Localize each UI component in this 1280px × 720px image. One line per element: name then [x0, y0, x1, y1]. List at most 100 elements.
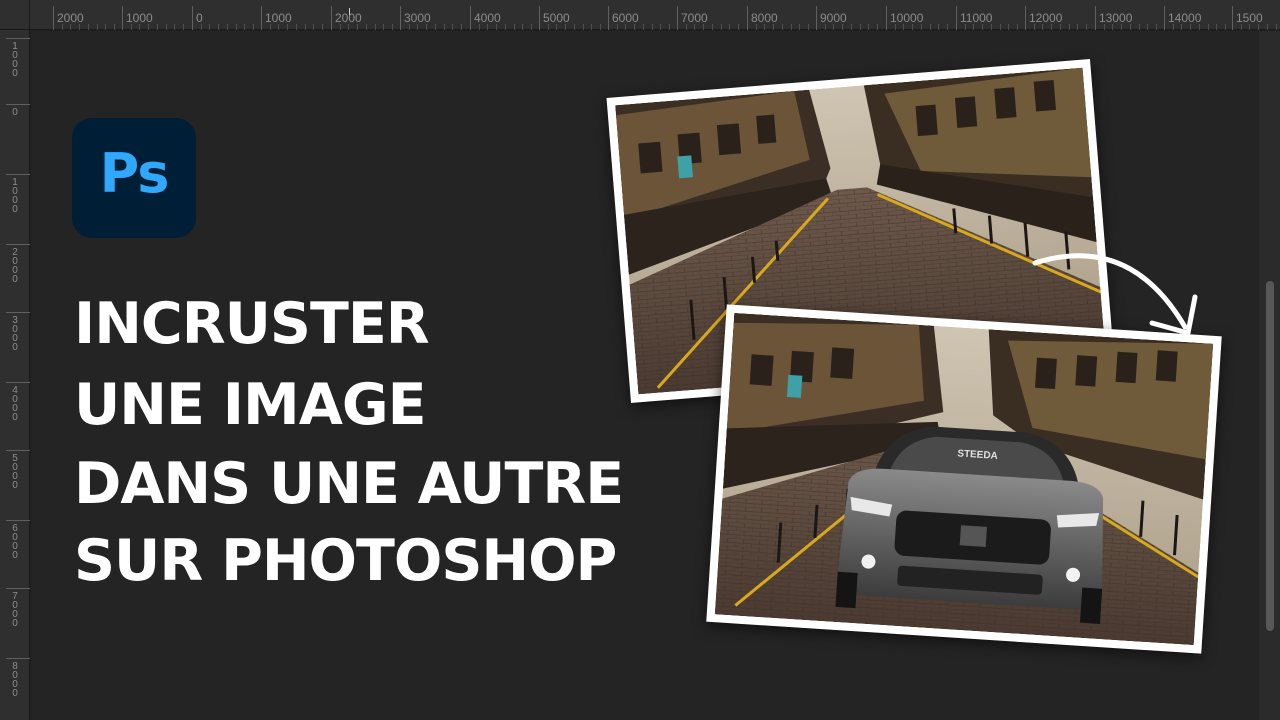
ruler-tick — [1164, 6, 1165, 30]
ruler-tick — [6, 174, 30, 175]
ruler-minor-tick — [685, 24, 687, 30]
headline-line-1: INCRUSTER — [74, 291, 430, 357]
ruler-minor-tick — [850, 24, 852, 30]
ruler-minor-tick — [513, 24, 515, 30]
ruler-minor-tick — [148, 24, 150, 30]
ruler-minor-tick — [113, 24, 115, 30]
ruler-minor-tick — [383, 24, 385, 30]
vertical-scrollbar[interactable] — [1259, 31, 1280, 720]
ruler-minor-tick — [130, 24, 132, 30]
ruler-minor-tick — [391, 24, 393, 30]
ruler-label: 1500 — [1236, 11, 1263, 25]
ruler-minor-tick — [547, 24, 549, 30]
ruler-minor-tick — [1008, 24, 1010, 30]
ruler-minor-tick — [556, 24, 558, 30]
ruler-minor-tick — [496, 24, 498, 30]
ruler-minor-tick — [478, 24, 480, 30]
ruler-minor-tick — [1181, 24, 1183, 30]
ruler-tick — [400, 6, 401, 30]
ruler-minor-tick — [1042, 24, 1044, 30]
ruler-minor-tick — [842, 24, 844, 30]
ruler-minor-tick — [859, 24, 861, 30]
ruler-minor-tick — [313, 24, 315, 30]
ruler-minor-tick — [982, 24, 984, 30]
ruler-label: 2000 — [335, 11, 362, 25]
ruler-minor-tick — [218, 24, 220, 30]
photoshop-logo-icon: Ps — [72, 118, 196, 238]
ruler-minor-tick — [565, 24, 567, 30]
ruler-minor-tick — [244, 24, 246, 30]
ruler-minor-tick — [616, 24, 618, 30]
ruler-minor-tick — [999, 24, 1001, 30]
ruler-minor-tick — [929, 24, 931, 30]
ruler-minor-tick — [946, 24, 948, 30]
ruler-minor-tick — [694, 24, 696, 30]
ruler-minor-tick — [1216, 24, 1218, 30]
ruler-minor-tick — [357, 24, 359, 30]
ruler-label: 3000 — [12, 315, 18, 353]
ruler-minor-tick — [417, 24, 419, 30]
ruler-minor-tick — [1172, 24, 1174, 30]
ruler-label: 3000 — [404, 11, 431, 25]
ruler-minor-tick — [235, 24, 237, 30]
ruler-tick — [122, 6, 123, 30]
ruler-minor-tick — [1068, 24, 1070, 30]
ruler-minor-tick — [487, 24, 489, 30]
ruler-minor-tick — [668, 24, 670, 30]
vertical-ruler[interactable]: 1000 0 1000 2000 3000 4000 5000 6000 7000 8000 — [0, 30, 30, 720]
ruler-minor-tick — [365, 24, 367, 30]
ruler-minor-tick — [973, 24, 975, 30]
ruler-label: 10000 — [890, 11, 924, 25]
ruler-tick — [6, 244, 30, 245]
scrollbar-thumb[interactable] — [1266, 281, 1274, 631]
ruler-label: 14000 — [1168, 11, 1202, 25]
ruler-label: 12000 — [1029, 11, 1063, 25]
horizontal-ruler[interactable]: 2000 1000 0 1000 2000 3000 4000 5000 6000 7000 800… — [0, 0, 1280, 30]
ruler-minor-tick — [139, 24, 141, 30]
curved-arrow-icon — [1032, 253, 1198, 336]
ruler-minor-tick — [252, 24, 254, 30]
ruler-minor-tick — [912, 24, 914, 30]
composite-photo: STEEDA — [706, 304, 1222, 654]
ruler-minor-tick — [1240, 24, 1242, 30]
ruler-tick — [956, 6, 957, 30]
ruler-minor-tick — [625, 24, 627, 30]
ruler-label: 1000 — [12, 41, 18, 79]
ruler-minor-tick — [1138, 24, 1140, 30]
ruler-minor-tick — [1155, 24, 1157, 30]
ruler-minor-tick — [764, 24, 766, 30]
ruler-minor-tick — [434, 24, 436, 30]
ruler-label: 9000 — [820, 11, 847, 25]
ruler-minor-tick — [1121, 24, 1123, 30]
ruler-minor-tick — [703, 24, 705, 30]
ruler-minor-tick — [443, 24, 445, 30]
logo-text: Ps — [99, 142, 170, 205]
ruler-minor-tick — [61, 24, 63, 30]
ruler-minor-tick — [591, 24, 593, 30]
ruler-tick — [53, 6, 54, 30]
ruler-label: 8000 — [751, 11, 778, 25]
ruler-minor-tick — [642, 24, 644, 30]
ruler-minor-tick — [182, 24, 184, 30]
ruler-label: 0 — [196, 11, 203, 25]
ruler-tick — [6, 104, 30, 105]
ruler-minor-tick — [938, 24, 940, 30]
ruler-minor-tick — [781, 24, 783, 30]
ruler-minor-tick — [105, 24, 107, 30]
ruler-minor-tick — [799, 24, 801, 30]
ruler-minor-tick — [1085, 24, 1087, 30]
ruler-minor-tick — [321, 24, 323, 30]
ruler-minor-tick — [96, 24, 98, 30]
ruler-minor-tick — [504, 24, 506, 30]
ruler-origin-corner[interactable] — [0, 0, 30, 30]
street-car-scene-image: STEEDA — [714, 312, 1214, 646]
ruler-label: 2000 — [57, 11, 84, 25]
ruler-minor-tick — [790, 24, 792, 30]
ruler-label: 1000 — [265, 11, 292, 25]
ruler-minor-tick — [582, 24, 584, 30]
ruler-minor-tick — [226, 24, 228, 30]
ruler-minor-tick — [964, 24, 966, 30]
ruler-minor-tick — [876, 24, 878, 30]
ruler-minor-tick — [1224, 24, 1226, 30]
headline-line-2: UNE IMAGE — [74, 372, 427, 438]
